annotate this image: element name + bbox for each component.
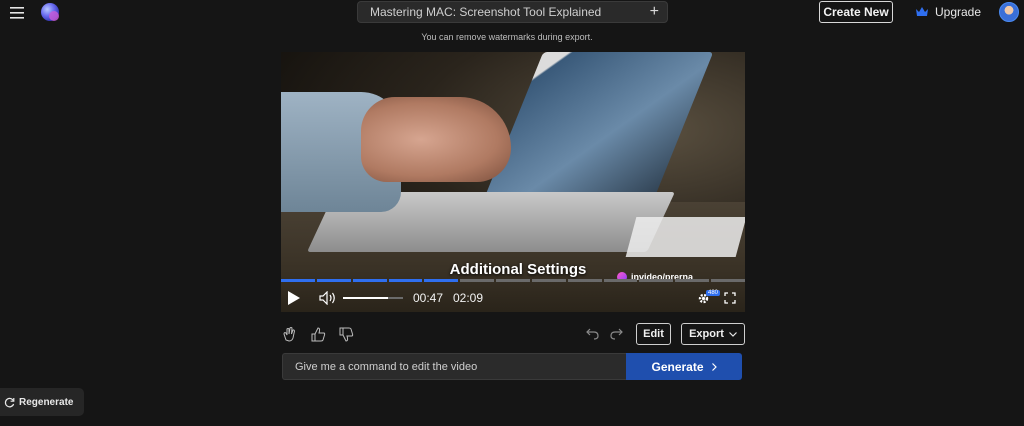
volume-button[interactable] — [319, 289, 337, 307]
undo-icon — [585, 328, 599, 340]
progress-segment[interactable] — [352, 279, 387, 282]
top-bar: Mastering MAC: Screenshot Tool Explained… — [0, 0, 1024, 26]
plus-icon[interactable]: + — [650, 3, 659, 21]
player-controls: 00:47 02:09 480 — [281, 286, 745, 310]
video-player[interactable]: Additional Settings invideo/prerna 00:47… — [281, 52, 745, 312]
thumbs-up-icon — [311, 326, 325, 341]
notebook-image — [625, 217, 745, 257]
total-time: 02:09 — [453, 291, 484, 305]
redo-button[interactable] — [607, 325, 625, 343]
chevron-right-icon — [711, 362, 717, 371]
progress-segment[interactable] — [567, 279, 602, 282]
thumbs-down-button[interactable] — [337, 325, 355, 343]
progress-segment[interactable] — [675, 279, 710, 282]
generate-label: Generate — [651, 359, 704, 374]
progress-segment[interactable] — [496, 279, 530, 282]
progress-segment[interactable] — [531, 279, 566, 282]
upgrade-button[interactable]: Upgrade — [916, 2, 981, 22]
refresh-icon — [4, 397, 15, 407]
volume-icon — [319, 291, 335, 305]
clap-icon — [283, 327, 296, 342]
progress-segment[interactable] — [639, 279, 674, 282]
generate-button[interactable]: Generate — [626, 353, 742, 380]
thumbs-down-icon — [339, 327, 353, 342]
thumbs-up-button[interactable] — [309, 325, 327, 343]
progress-segment[interactable] — [388, 279, 423, 282]
play-button[interactable] — [287, 289, 301, 307]
fullscreen-button[interactable] — [724, 289, 736, 307]
volume-slider[interactable] — [343, 297, 403, 299]
hand-image — [361, 97, 511, 182]
project-title: Mastering MAC: Screenshot Tool Explained — [370, 5, 602, 19]
hamburger-menu-icon[interactable] — [6, 2, 28, 24]
user-avatar[interactable] — [999, 2, 1019, 22]
upgrade-label: Upgrade — [935, 5, 982, 19]
fullscreen-icon — [724, 292, 736, 304]
crown-icon — [916, 7, 928, 16]
undo-button[interactable] — [583, 325, 601, 343]
progress-segment[interactable] — [281, 279, 315, 282]
progress-segment[interactable] — [603, 279, 638, 282]
progress-segment[interactable] — [316, 279, 351, 282]
export-button[interactable]: Export — [681, 323, 745, 345]
watermark-note: You can remove watermarks during export. — [421, 32, 593, 42]
redo-icon — [609, 328, 623, 340]
volume-slider-fill — [343, 297, 388, 299]
edit-button[interactable]: Edit — [636, 323, 671, 345]
current-time: 00:47 — [413, 291, 444, 305]
resolution-badge: 480 — [706, 290, 721, 296]
project-title-box[interactable]: Mastering MAC: Screenshot Tool Explained… — [357, 1, 668, 23]
regenerate-button[interactable]: Regenerate — [0, 388, 84, 416]
progress-segment[interactable] — [711, 279, 745, 282]
laptop-screen-image — [478, 52, 714, 212]
progress-bar[interactable] — [281, 279, 745, 282]
progress-segment[interactable] — [460, 279, 495, 282]
chevron-down-icon — [728, 331, 737, 337]
app-logo[interactable] — [41, 3, 59, 21]
clap-button[interactable] — [281, 325, 299, 343]
command-input[interactable] — [282, 353, 626, 380]
regenerate-label: Regenerate — [19, 396, 74, 408]
export-label: Export — [689, 328, 724, 340]
create-new-button[interactable]: Create New — [819, 1, 893, 23]
video-actions-row: Edit Export — [281, 323, 745, 345]
progress-segment[interactable] — [424, 279, 459, 282]
play-icon — [288, 291, 300, 305]
